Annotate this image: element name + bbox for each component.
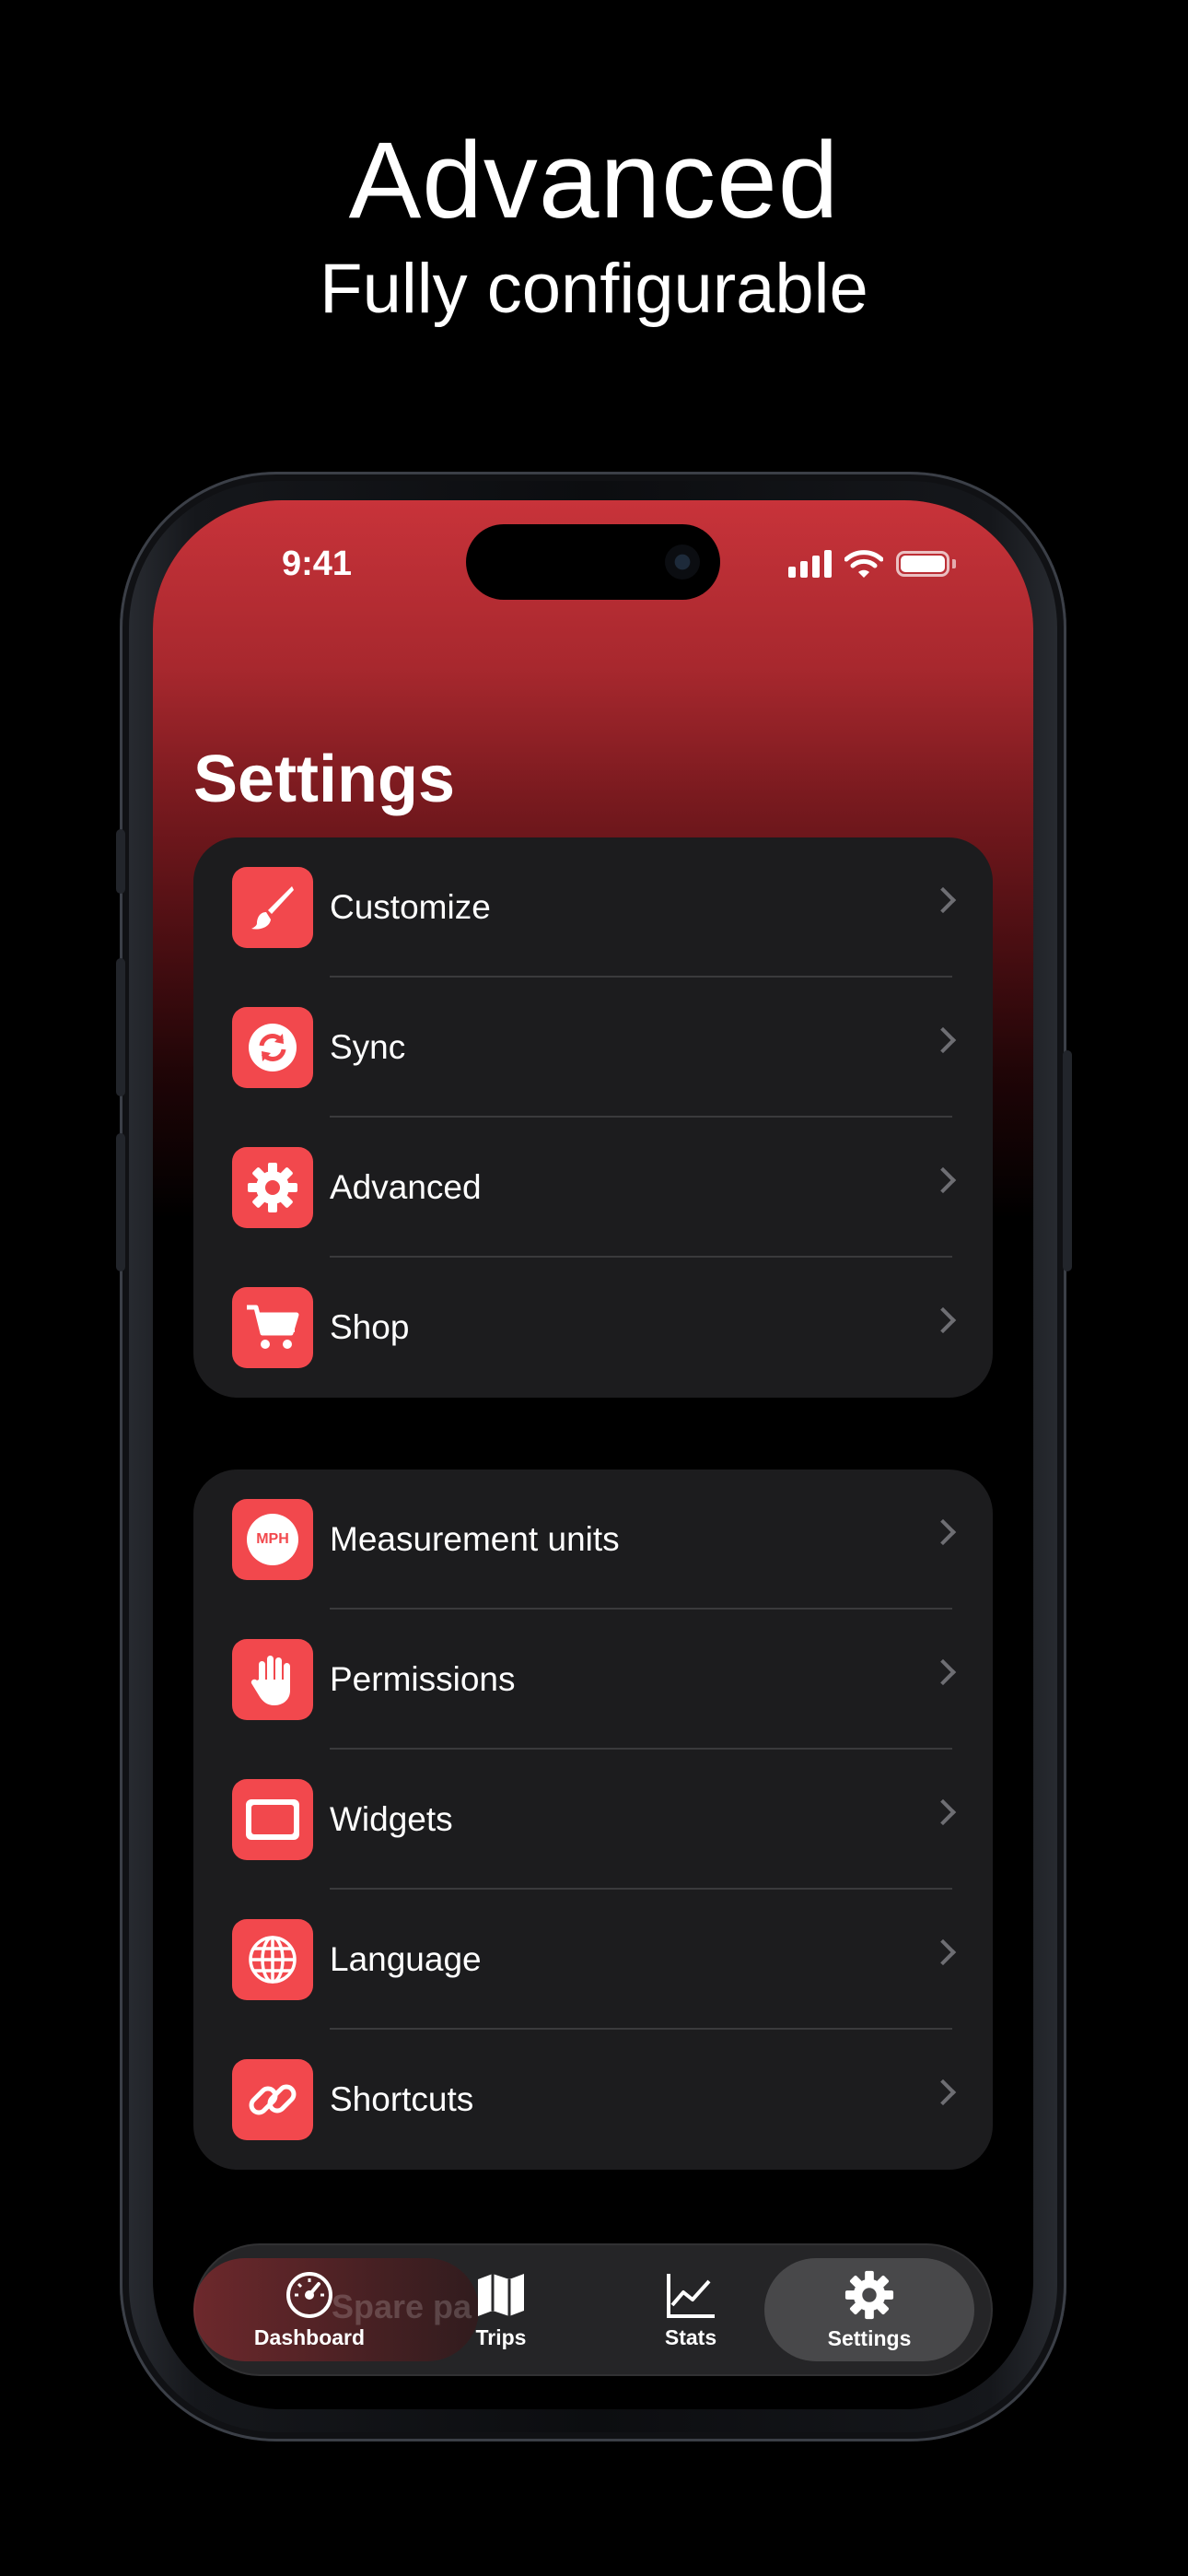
settings-row-label: Permissions xyxy=(330,1660,516,1698)
tab-label: Dashboard xyxy=(253,2324,366,2349)
settings-row-label: Advanced xyxy=(330,1168,482,1206)
phone-power-button xyxy=(1063,1050,1072,1271)
settings-row-advanced[interactable]: Advanced xyxy=(193,1118,993,1258)
chevron-right-icon xyxy=(929,1306,957,1334)
tab-settings[interactable]: Settings xyxy=(764,2258,974,2361)
settings-row-label: Language xyxy=(330,1940,482,1978)
settings-row-shortcuts[interactable]: Shortcuts xyxy=(193,2030,993,2170)
chevron-right-icon xyxy=(929,1938,957,1966)
battery-icon xyxy=(896,551,949,577)
chart-icon xyxy=(667,2273,715,2318)
cart-icon xyxy=(232,1287,313,1368)
settings-row-sync[interactable]: Sync xyxy=(193,978,993,1118)
gear-icon xyxy=(844,2270,894,2319)
paintbrush-icon xyxy=(232,867,313,948)
phone-volume-down xyxy=(116,1133,125,1271)
dynamic-island xyxy=(466,524,720,600)
chevron-right-icon xyxy=(929,2078,957,2106)
headline-title: Advanced xyxy=(348,120,840,241)
widget-icon xyxy=(232,1779,313,1860)
hand-icon xyxy=(232,1639,313,1720)
status-icons xyxy=(788,548,956,580)
tab-dashboard[interactable]: Dashboard xyxy=(217,2258,402,2361)
settings-row-label: Widgets xyxy=(330,1800,453,1838)
speedometer-icon xyxy=(286,2271,332,2318)
settings-row-language[interactable]: Language xyxy=(193,1890,993,2030)
settings-row-label: Measurement units xyxy=(330,1520,620,1558)
settings-row-label: Sync xyxy=(330,1028,406,1066)
tab-label: Trips xyxy=(475,2324,527,2349)
chevron-right-icon xyxy=(929,1166,957,1194)
settings-row-label: Shortcuts xyxy=(330,2080,474,2118)
link-icon xyxy=(232,2059,313,2140)
chevron-right-icon xyxy=(929,1518,957,1546)
sync-icon xyxy=(232,1007,313,1088)
settings-row-widgets[interactable]: Widgets xyxy=(193,1750,993,1890)
settings-row-label: Customize xyxy=(330,888,491,926)
settings-row-permissions[interactable]: Permissions xyxy=(193,1610,993,1750)
tab-bar: Spare pa Dashboard Trips Stats Settings xyxy=(193,2243,993,2376)
chevron-right-icon xyxy=(929,1658,957,1686)
mph-icon: MPH xyxy=(232,1499,313,1580)
wifi-icon xyxy=(844,550,883,578)
settings-row-label: Shop xyxy=(330,1308,410,1346)
settings-group-general: Customize Sync Advanced Shop xyxy=(193,837,993,1398)
chevron-right-icon xyxy=(929,886,957,914)
settings-row-shop[interactable]: Shop xyxy=(193,1258,993,1398)
phone-action-button xyxy=(116,829,125,894)
phone-volume-up xyxy=(116,958,125,1096)
tab-stats[interactable]: Stats xyxy=(599,2258,783,2361)
chevron-right-icon xyxy=(929,1026,957,1054)
tab-label: Stats xyxy=(664,2324,717,2349)
phone-screen: 9:41 Settings Customize Sync Advanced Sh… xyxy=(153,500,1033,2409)
camera-icon xyxy=(665,544,700,580)
headline-subtitle: Fully configurable xyxy=(320,250,868,328)
tab-trips[interactable]: Trips xyxy=(409,2258,593,2361)
settings-group-app: MPH Measurement units Permissions Widget… xyxy=(193,1469,993,2170)
cellular-signal-icon xyxy=(788,550,832,578)
tab-label: Settings xyxy=(827,2325,912,2350)
globe-icon xyxy=(232,1919,313,2000)
settings-row-measurement-units[interactable]: MPH Measurement units xyxy=(193,1469,993,1610)
settings-row-customize[interactable]: Customize xyxy=(193,837,993,978)
status-time: 9:41 xyxy=(282,544,353,583)
map-icon xyxy=(478,2273,524,2316)
chevron-right-icon xyxy=(929,1798,957,1826)
page-title: Settings xyxy=(193,743,456,816)
gear-icon xyxy=(232,1147,313,1228)
